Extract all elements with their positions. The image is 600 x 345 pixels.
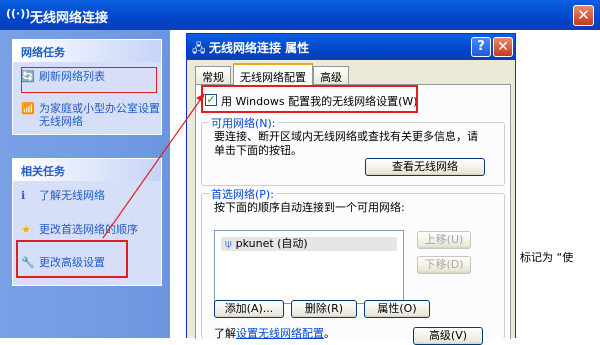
network-properties-button[interactable]: 属性(O) (364, 300, 430, 318)
wireless-icon: ((·)) (6, 7, 31, 20)
add-network-button[interactable]: 添加(A)... (214, 300, 284, 318)
learn-wireless-link[interactable]: ℹ 了解无线网络 (21, 189, 105, 202)
available-desc-line1: 要连接、断开区域内无线网络或查找有关更多信息，请 (214, 130, 478, 143)
dialog-title-bar: 🖧 无线网络连接 属性 ? ✕ (187, 34, 515, 60)
available-networks-title: 可用网络(N): (209, 115, 278, 131)
advanced-button[interactable]: 高级(V) (413, 327, 483, 345)
main-close-button[interactable]: ✕ (573, 5, 594, 26)
move-down-button[interactable]: 下移(D) (417, 256, 471, 274)
preferred-networks-title: 首选网络(P): (209, 186, 276, 202)
network-tasks-title: 网络任务 (13, 40, 161, 62)
background-text-fragment: 标记为 “使 (520, 251, 574, 264)
view-wireless-networks-button[interactable]: 查看无线网络 (365, 158, 485, 176)
main-window-title: 无线网络连接 (30, 11, 109, 26)
list-item[interactable]: ⍦ pkunet (自动) (221, 237, 397, 251)
dialog-title: 无线网络连接 属性 (209, 41, 310, 55)
available-desc-line2: 单击下面的按钮。 (214, 144, 302, 157)
network-connection-icon: 🖧 (192, 41, 206, 55)
info-icon: ℹ (21, 189, 26, 202)
change-preferred-order-link[interactable]: ★ 更改首选网络的顺序 (21, 223, 138, 236)
star-icon: ★ (21, 223, 31, 236)
preferred-desc: 按下面的顺序自动连接到一个可用网络: (214, 201, 405, 214)
refresh-highlight-box (21, 67, 157, 93)
help-button[interactable]: ? (471, 37, 491, 57)
move-up-button[interactable]: 上移(U) (417, 231, 471, 249)
tab-general[interactable]: 常规 (195, 66, 231, 84)
dialog-close-button[interactable]: ✕ (493, 37, 513, 57)
learn-wireless-config-link[interactable]: 设置无线网络配置 (236, 327, 324, 340)
learn-line: 了解设置无线网络配置。 (214, 327, 335, 340)
preferred-networks-list[interactable]: ⍦ pkunet (自动) (214, 230, 404, 304)
antenna-icon: ⍦ (225, 237, 232, 250)
advanced-settings-highlight-box (16, 240, 128, 278)
related-tasks-title: 相关任务 (13, 159, 161, 181)
tab-wireless-config[interactable]: 无线网络配置 (233, 63, 313, 85)
setup-wireless-link[interactable]: 📶 为家庭或小型办公室设置无线网络 (21, 102, 161, 128)
remove-network-button[interactable]: 删除(R) (291, 300, 357, 318)
checkbox-highlight-box (201, 85, 418, 113)
properties-dialog: 🖧 无线网络连接 属性 ? ✕ 常规 无线网络配置 高级 ✓ 用 Windows… (186, 33, 516, 345)
main-title-bar: ((·)) 无线网络连接 ✕ (0, 0, 600, 30)
setup-wireless-icon: 📶 (21, 102, 35, 115)
tab-advanced[interactable]: 高级 (313, 66, 349, 84)
